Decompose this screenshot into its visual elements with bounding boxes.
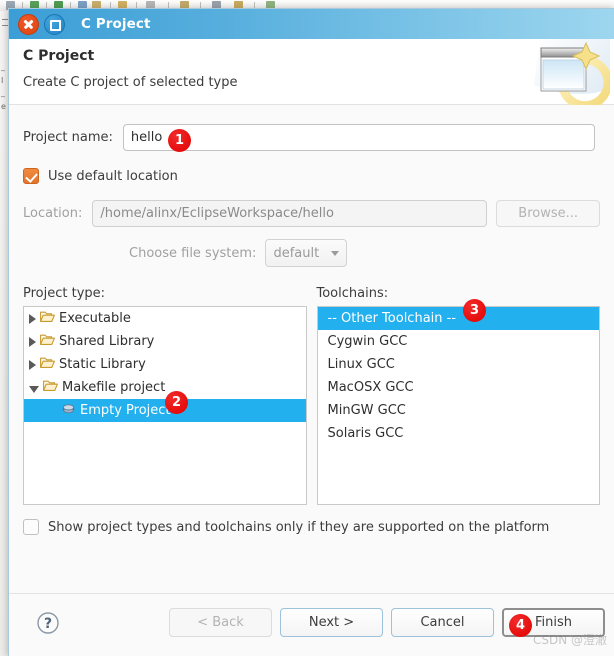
browse-button[interactable]: Browse... — [496, 200, 600, 227]
step-badge-1: 1 — [168, 129, 191, 152]
toolchains-list[interactable]: -- Other Toolchain -- Cygwin GCC Linux GCC… — [316, 306, 600, 505]
list-item-label: -- Other Toolchain -- — [327, 311, 457, 326]
cancel-button[interactable]: Cancel — [391, 608, 494, 637]
project-type-item-makefile-project[interactable]: Makefile project — [24, 376, 306, 399]
project-type-label: Project type: — [23, 286, 106, 301]
help-icon[interactable]: ? — [36, 611, 60, 635]
file-system-value: default — [273, 245, 320, 261]
tree-item-label: Shared Library — [59, 334, 155, 349]
list-item-label: Linux GCC — [327, 357, 395, 372]
list-item-label: Cygwin GCC — [327, 334, 408, 349]
toolchain-item-solaris-gcc[interactable]: Solaris GCC — [318, 422, 600, 445]
step-badge-4: 4 — [509, 614, 532, 637]
toolchain-item-macosx-gcc[interactable]: MacOSX GCC — [318, 376, 600, 399]
folder-icon — [43, 379, 58, 396]
show-supported-checkbox[interactable] — [23, 519, 39, 535]
folder-icon — [40, 333, 55, 350]
maximize-icon[interactable] — [44, 13, 65, 35]
tree-expander-open-icon[interactable] — [29, 385, 39, 393]
step-badge-3: 3 — [463, 299, 486, 322]
project-leaf-icon — [62, 403, 75, 419]
toolchain-item-cygwin-gcc[interactable]: Cygwin GCC — [318, 330, 600, 353]
window-title: C Project — [81, 16, 151, 32]
use-default-location-label: Use default location — [48, 168, 178, 184]
folder-icon — [40, 310, 55, 327]
location-input[interactable] — [92, 200, 488, 227]
toolchains-label: Toolchains: — [316, 286, 389, 301]
show-supported-row[interactable]: Show project types and toolchains only i… — [23, 519, 600, 535]
use-default-location-checkbox[interactable] — [23, 168, 39, 184]
toolchain-item-linux-gcc[interactable]: Linux GCC — [318, 353, 600, 376]
tree-item-label: Empty Project — [80, 403, 171, 418]
file-system-select[interactable]: default — [265, 239, 348, 267]
tree-expander-closed-icon[interactable] — [29, 359, 36, 370]
tree-item-label: Static Library — [59, 357, 146, 372]
chevron-down-icon — [331, 250, 340, 256]
tree-item-label: Executable — [59, 311, 131, 326]
project-type-item-static-library[interactable]: Static Library — [24, 353, 306, 376]
project-name-input[interactable] — [122, 124, 595, 151]
c-project-wizard-dialog: C Project C Project Create C project of … — [8, 8, 614, 656]
project-type-item-executable[interactable]: Executable — [24, 307, 306, 330]
project-type-section: Project type: Executable Shared Library St… — [23, 286, 307, 505]
file-system-label: Choose file system: — [129, 245, 257, 261]
file-system-row: Choose file system: default — [129, 239, 600, 267]
tree-item-label: Makefile project — [62, 380, 166, 395]
footer-button-row: < Back Next > Cancel Finish — [169, 608, 605, 637]
toolchains-section: Toolchains: -- Other Toolchain -- Cygwin … — [316, 286, 600, 505]
toolchain-item-mingw-gcc[interactable]: MinGW GCC — [318, 399, 600, 422]
dialog-titlebar[interactable]: C Project — [9, 9, 614, 39]
project-name-label: Project name: — [23, 130, 113, 145]
project-type-item-shared-library[interactable]: Shared Library — [24, 330, 306, 353]
list-item-label: MinGW GCC — [327, 403, 406, 418]
step-badge-2: 2 — [165, 391, 188, 414]
svg-text:?: ? — [44, 616, 52, 632]
wizard-header: C Project Create C project of selected t… — [9, 39, 614, 110]
use-default-location-row[interactable]: Use default location — [23, 168, 600, 184]
toolchain-other[interactable]: -- Other Toolchain -- — [317, 307, 599, 330]
project-name-row: Project name: — [23, 124, 600, 151]
list-item-label: MacOSX GCC — [327, 380, 414, 395]
tree-expander-closed-icon[interactable] — [29, 313, 36, 324]
list-item-label: Solaris GCC — [327, 426, 404, 441]
show-supported-label: Show project types and toolchains only i… — [48, 519, 550, 535]
wizard-banner-icon — [520, 39, 613, 110]
location-row: Location: Browse... — [23, 200, 600, 227]
folder-icon — [40, 356, 55, 373]
back-button[interactable]: < Back — [169, 608, 272, 637]
wizard-body: Project name: Use default location Locat… — [9, 124, 614, 610]
next-button[interactable]: Next > — [280, 608, 383, 637]
selection-panes: Project type: Executable Shared Library St… — [23, 286, 600, 505]
close-icon[interactable] — [18, 13, 39, 35]
location-label: Location: — [23, 206, 83, 221]
tree-expander-closed-icon[interactable] — [29, 336, 36, 347]
